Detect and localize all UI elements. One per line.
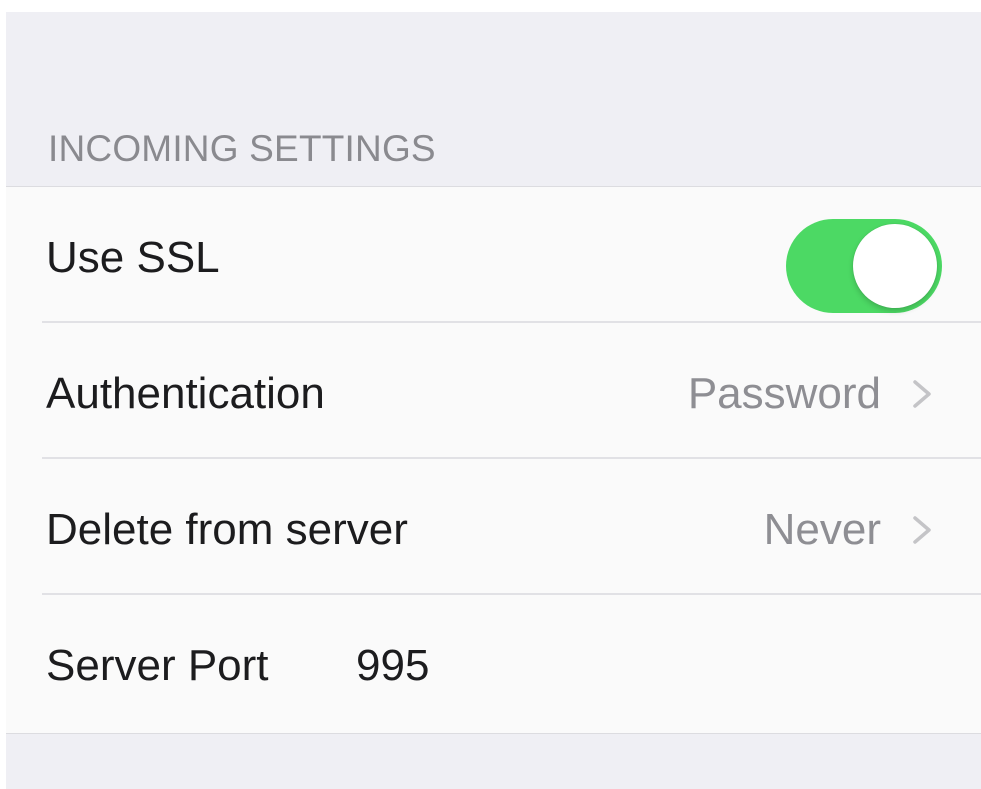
chevron-right-icon [913,380,931,408]
use-ssl-row: Use SSL [6,187,981,323]
authentication-label: Authentication [46,369,325,418]
settings-screen: INCOMING SETTINGS Use SSL Authentication… [6,12,981,789]
section-header-incoming-settings: INCOMING SETTINGS [48,128,436,169]
server-port-field[interactable]: 995 [356,641,429,691]
incoming-settings-group: Use SSL Authentication Password Delete f… [6,186,981,734]
use-ssl-toggle[interactable] [786,219,942,313]
toggle-knob [853,224,937,308]
chevron-right-icon [913,516,931,544]
authentication-value: Password [687,369,881,418]
delete-from-server-value: Never [763,505,881,554]
use-ssl-label: Use SSL [46,233,220,282]
server-port-row: Server Port 995 [6,595,981,731]
server-port-label: Server Port [46,641,269,690]
authentication-row[interactable]: Authentication Password [6,323,981,459]
delete-from-server-row[interactable]: Delete from server Never [6,459,981,595]
delete-from-server-label: Delete from server [46,505,408,554]
